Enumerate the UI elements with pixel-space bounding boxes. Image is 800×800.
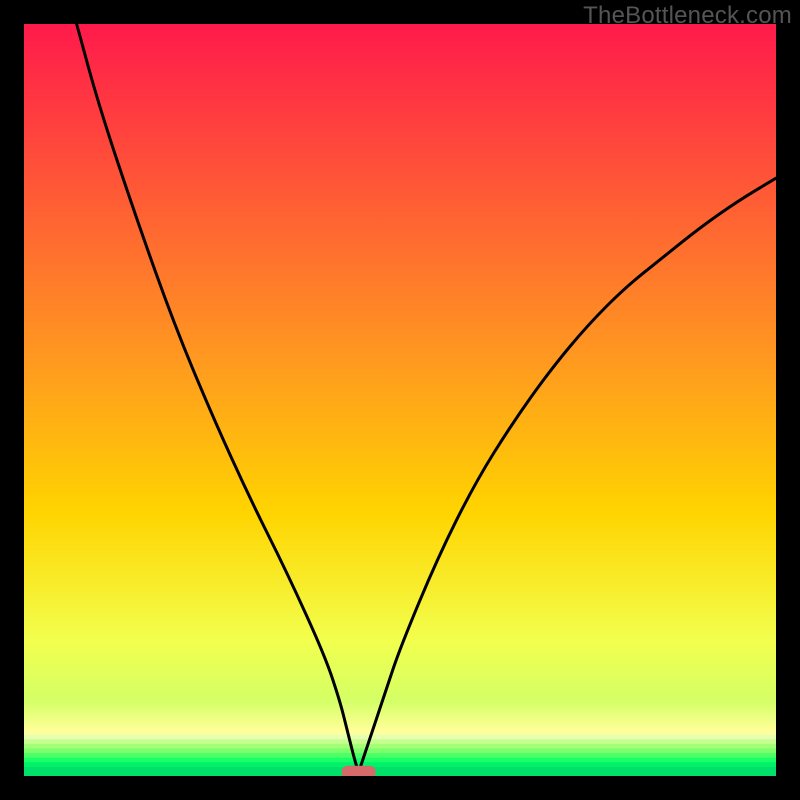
plot-area	[24, 24, 776, 776]
chart-frame: TheBottleneck.com	[0, 0, 800, 800]
optimum-marker	[342, 766, 376, 776]
watermark-text: TheBottleneck.com	[583, 2, 792, 30]
chart-svg	[24, 24, 776, 776]
gradient-background	[24, 24, 776, 776]
green-band-group	[24, 735, 776, 776]
